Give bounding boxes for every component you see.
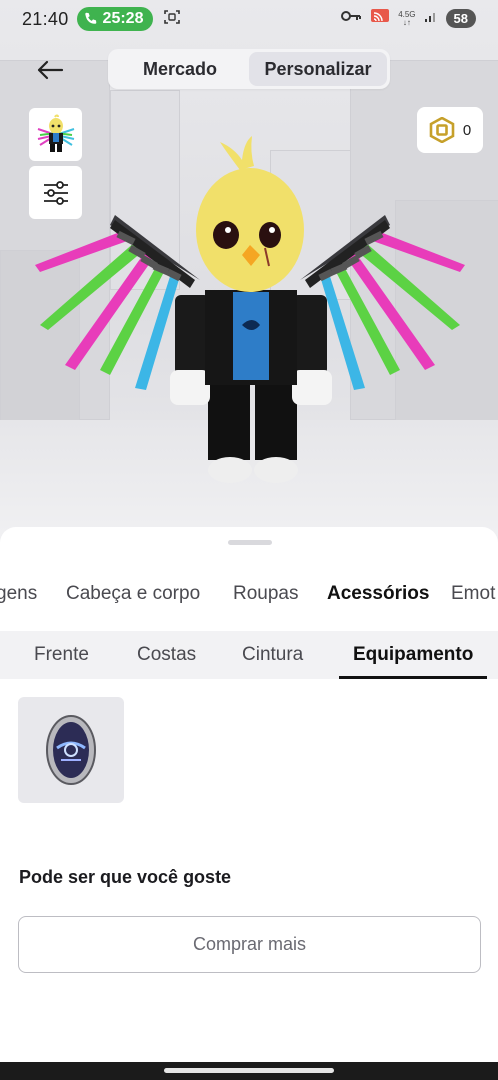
battery-indicator: 58 (445, 9, 476, 28)
signal-icon (424, 9, 438, 28)
subtab-costas[interactable]: Costas (137, 631, 196, 679)
tab-emotes[interactable]: Emot (451, 577, 495, 629)
avatar-head (196, 136, 304, 292)
avatar-thumbnail-icon (37, 114, 74, 152)
tab-personalizar[interactable]: Personalizar (249, 52, 387, 86)
recommendations-title: Pode ser que você goste (19, 867, 232, 887)
customize-bottom-sheet: gens Cabeça e corpo Roupas Acessórios Em… (0, 527, 498, 1080)
mode-segmented-control: Mercado Personalizar (108, 49, 390, 89)
avatar-legs (208, 380, 298, 483)
ongoing-call-pill[interactable]: 25:28 (76, 7, 154, 31)
cast-icon (370, 8, 390, 29)
phone-icon (84, 12, 96, 24)
system-navigation-bar (0, 1062, 498, 1080)
screenshot-icon (163, 8, 181, 31)
grey-egg-item-icon (46, 715, 96, 785)
avatar-character[interactable] (30, 130, 470, 490)
sheet-drag-handle[interactable] (228, 540, 272, 545)
tab-cabeca-e-corpo[interactable]: Cabeça e corpo (66, 577, 200, 629)
tab-personagens[interactable]: gens (0, 577, 37, 629)
robux-balance-button[interactable]: 0 (417, 107, 483, 153)
status-bar: 21:40 25:28 4.5G ↓↑ 58 (0, 0, 498, 38)
vpn-key-icon (340, 9, 362, 28)
category-tabs: gens Cabeça e corpo Roupas Acessórios Em… (0, 577, 498, 629)
arrow-left-icon (37, 60, 64, 80)
status-time: 21:40 (22, 8, 69, 29)
subtab-equipamento[interactable]: Equipamento (353, 631, 473, 679)
tab-roupas[interactable]: Roupas (233, 577, 299, 629)
subcategory-tabs: Frente Costas Cintura Equipamento (0, 631, 498, 679)
tab-acessorios[interactable]: Acessórios (327, 577, 429, 629)
robux-balance: 0 (462, 121, 472, 139)
call-timer: 25:28 (102, 10, 144, 27)
network-type-indicator: 4.5G ↓↑ (398, 9, 416, 27)
robux-icon (429, 117, 455, 143)
filter-settings-button[interactable] (29, 166, 82, 219)
avatar-thumbnail-button[interactable] (29, 108, 82, 161)
subtab-frente[interactable]: Frente (34, 631, 89, 679)
back-button[interactable] (30, 52, 70, 88)
sliders-icon (43, 180, 68, 205)
tab-mercado[interactable]: Mercado (111, 52, 249, 86)
status-icons: 4.5G ↓↑ 58 (340, 8, 476, 29)
subtab-cintura[interactable]: Cintura (242, 631, 303, 679)
avatar-torso (170, 290, 332, 405)
item-tile[interactable] (18, 697, 124, 803)
active-subtab-indicator (339, 676, 487, 679)
home-gesture-pill[interactable] (164, 1068, 334, 1073)
buy-more-button[interactable]: Comprar mais (18, 916, 481, 973)
